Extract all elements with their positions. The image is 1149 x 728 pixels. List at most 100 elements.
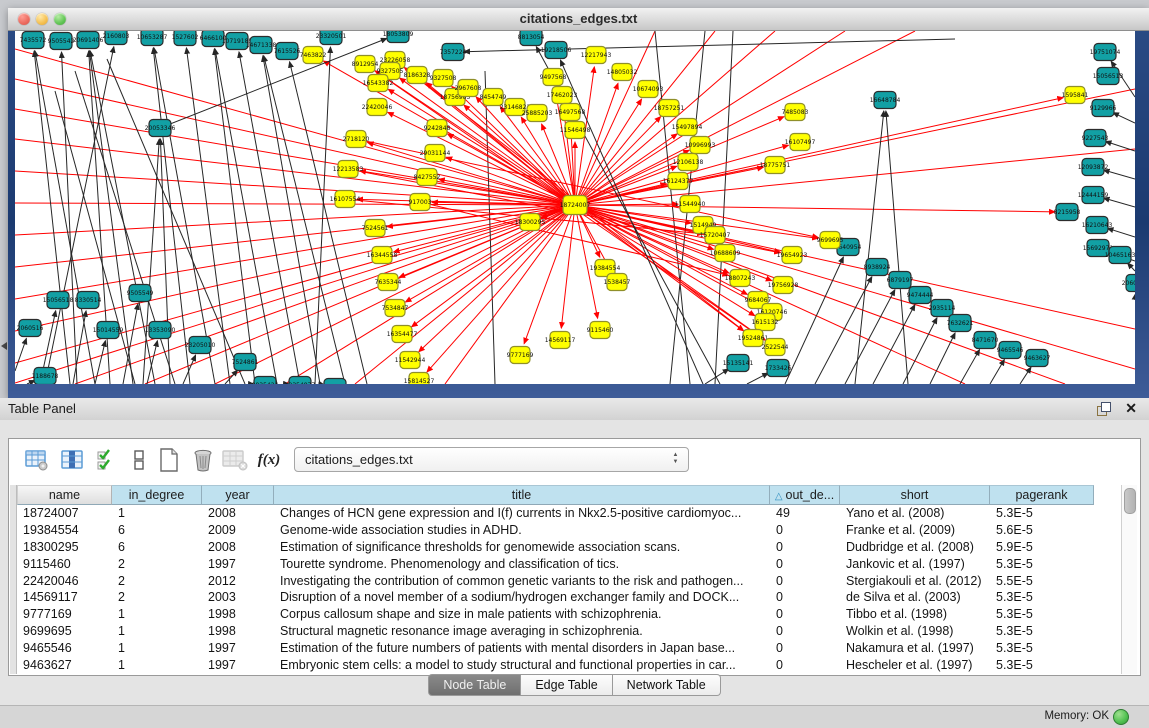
graph-node[interactable]: 20605164 bbox=[1122, 275, 1135, 292]
graph-node[interactable]: 9115460 bbox=[587, 322, 614, 339]
graph-node[interactable]: 9474444 bbox=[907, 287, 934, 304]
graph-node[interactable]: 10465163 bbox=[1105, 247, 1135, 264]
graph-node[interactable]: 2967608 bbox=[455, 80, 482, 97]
graph-node[interactable]: 9497568 bbox=[540, 69, 567, 86]
network-window-titlebar[interactable]: citations_edges.txt bbox=[8, 8, 1149, 31]
graph-node[interactable]: 6879197 bbox=[887, 272, 914, 289]
graph-node[interactable]: 9227543 bbox=[1082, 130, 1109, 147]
graph-node[interactable]: 12093872 bbox=[1078, 159, 1109, 176]
vertical-scrollbar[interactable] bbox=[1121, 485, 1137, 674]
graph-node[interactable]: 12444159 bbox=[1078, 187, 1109, 204]
graph-node[interactable]: 12213583 bbox=[333, 161, 364, 178]
table-row[interactable]: 2242004622012Investigating the contribut… bbox=[17, 573, 1094, 590]
graph-node[interactable]: 9327508 bbox=[430, 70, 457, 87]
graph-node[interactable]: 8215958 bbox=[1054, 204, 1081, 221]
graph-node[interactable]: 8186328 bbox=[404, 67, 431, 84]
graph-node[interactable]: 8330514 bbox=[75, 292, 102, 309]
graph-node[interactable]: 8454749 bbox=[480, 89, 507, 106]
graph-node[interactable]: 2160803 bbox=[103, 31, 130, 45]
table-row[interactable]: 911546021997Tourette syndrome. Phenomeno… bbox=[17, 556, 1094, 573]
graph-node[interactable]: 8427552 bbox=[414, 169, 441, 186]
graph-node[interactable]: 11544940 bbox=[675, 196, 706, 213]
table-row[interactable]: 1872400712008Changes of HCN gene express… bbox=[17, 505, 1094, 522]
graph-node[interactable]: 9129966 bbox=[1090, 100, 1117, 117]
graph-node[interactable]: 2060516 bbox=[17, 320, 44, 337]
table-row[interactable]: 1456911722003Disruption of a novel membe… bbox=[17, 589, 1094, 606]
graph-node[interactable]: 8813054 bbox=[518, 31, 545, 46]
graph-node[interactable]: 7635344 bbox=[375, 274, 402, 291]
memory-status-icon[interactable] bbox=[1113, 709, 1129, 725]
graph-node[interactable]: 29031144 bbox=[420, 145, 451, 162]
graph-node[interactable]: 9777169 bbox=[507, 347, 534, 364]
table-row[interactable]: 946362711997Embryonic stem cells: a mode… bbox=[17, 657, 1094, 674]
float-window-icon[interactable] bbox=[1097, 402, 1111, 416]
graph-node[interactable]: 14569117 bbox=[545, 332, 576, 349]
graph-node[interactable]: 16210643 bbox=[1082, 217, 1113, 234]
graph-node[interactable]: 8912954 bbox=[352, 56, 379, 73]
graph-node[interactable]: 917003 bbox=[409, 194, 432, 211]
graph-node[interactable]: 14671338 bbox=[246, 37, 277, 54]
tab-edge-table[interactable]: Edge Table bbox=[521, 674, 612, 696]
graph-node[interactable]: 9465546 bbox=[997, 342, 1024, 359]
graph-node[interactable]: 20053346 bbox=[145, 120, 176, 137]
graph-node[interactable]: 16648784 bbox=[870, 92, 901, 109]
graph-node[interactable]: 13353090 bbox=[145, 322, 176, 339]
graph-node[interactable]: 7524861 bbox=[232, 354, 259, 371]
select-columns-icon[interactable] bbox=[59, 446, 87, 474]
graph-node[interactable]: 22420046 bbox=[362, 99, 393, 116]
column-header-name[interactable]: name bbox=[17, 485, 112, 505]
graph-node[interactable]: 9505542 bbox=[48, 33, 75, 50]
graph-node[interactable]: 7524561 bbox=[362, 220, 389, 237]
column-header-in_degree[interactable]: in_degree bbox=[112, 485, 202, 505]
column-header-short[interactable]: short bbox=[840, 485, 990, 505]
graph-node[interactable]: 15814527 bbox=[404, 373, 435, 385]
table-settings-icon[interactable] bbox=[23, 446, 51, 474]
close-panel-icon[interactable]: ✕ bbox=[1125, 400, 1137, 417]
graph-node[interactable]: 7534847 bbox=[382, 300, 409, 317]
graph-node[interactable]: 14805032 bbox=[607, 64, 638, 81]
graph-node[interactable]: 19751074 bbox=[1090, 44, 1121, 61]
column-header-title[interactable]: title bbox=[274, 485, 770, 505]
delete-icon[interactable] bbox=[189, 446, 217, 474]
graph-node[interactable]: 7463822 bbox=[300, 47, 327, 64]
graph-node[interactable]: 7485083 bbox=[782, 104, 809, 121]
network-canvas[interactable]: 1872400774355729505542206914062160803106… bbox=[15, 31, 1135, 384]
graph-node[interactable]: 18053809 bbox=[383, 31, 414, 43]
graph-node[interactable]: 1538457 bbox=[604, 274, 631, 291]
graph-node[interactable]: 1188678 bbox=[32, 368, 59, 385]
graph-node[interactable]: 9835424 bbox=[252, 377, 279, 385]
graph-node[interactable]: 15056518 bbox=[43, 292, 74, 309]
graph-node[interactable]: 12354877 bbox=[285, 377, 316, 385]
column-header-pagerank[interactable]: pagerank bbox=[990, 485, 1094, 505]
graph-node[interactable]: 2935114 bbox=[929, 300, 956, 317]
table-row[interactable]: 969969511998Structural magnetic resonanc… bbox=[17, 623, 1094, 640]
graph-node[interactable]: 2522544 bbox=[762, 339, 789, 356]
graph-node[interactable]: 16354477 bbox=[387, 326, 418, 343]
graph-node[interactable]: 7435572 bbox=[20, 32, 47, 49]
graph-node[interactable]: 7632621 bbox=[947, 315, 974, 332]
graph-node[interactable]: 10653287 bbox=[137, 31, 168, 46]
tab-node-table[interactable]: Node Table bbox=[428, 674, 521, 696]
graph-node[interactable]: 1733426 bbox=[765, 360, 792, 377]
table-row[interactable]: 946554611997Estimation of the future num… bbox=[17, 640, 1094, 657]
graph-node[interactable]: 1527602 bbox=[172, 31, 199, 46]
tab-network-table[interactable]: Network Table bbox=[613, 674, 721, 696]
table-row[interactable]: 1830029562008Estimation of significance … bbox=[17, 539, 1094, 556]
table-row[interactable]: 1938455462009Genome-wide association stu… bbox=[17, 522, 1094, 539]
graph-node[interactable]: 1615132 bbox=[752, 314, 779, 331]
function-builder-icon[interactable]: f(x) bbox=[255, 446, 283, 474]
graph-node[interactable]: 23205010 bbox=[185, 337, 216, 354]
new-document-icon[interactable] bbox=[155, 446, 183, 474]
graph-node[interactable]: 16107554 bbox=[330, 191, 361, 208]
panel-collapse-arrow-icon[interactable] bbox=[1, 342, 7, 350]
graph-node[interactable]: 2718120 bbox=[343, 131, 370, 148]
table-source-select[interactable]: citations_edges.txt ▲▼ bbox=[294, 447, 689, 472]
graph-node[interactable]: 9699695 bbox=[817, 232, 844, 249]
graph-node[interactable]: 16344558 bbox=[367, 247, 398, 264]
graph-node[interactable]: 19756928 bbox=[768, 277, 799, 294]
table-row[interactable]: 977716911998Corpus callosum shape and si… bbox=[17, 606, 1094, 623]
graph-node[interactable]: 16107497 bbox=[785, 134, 816, 151]
graph-node[interactable]: 18807243 bbox=[725, 270, 756, 287]
graph-node[interactable]: 1595841 bbox=[1062, 87, 1089, 104]
graph-node[interactable]: 9505549 bbox=[127, 285, 154, 302]
